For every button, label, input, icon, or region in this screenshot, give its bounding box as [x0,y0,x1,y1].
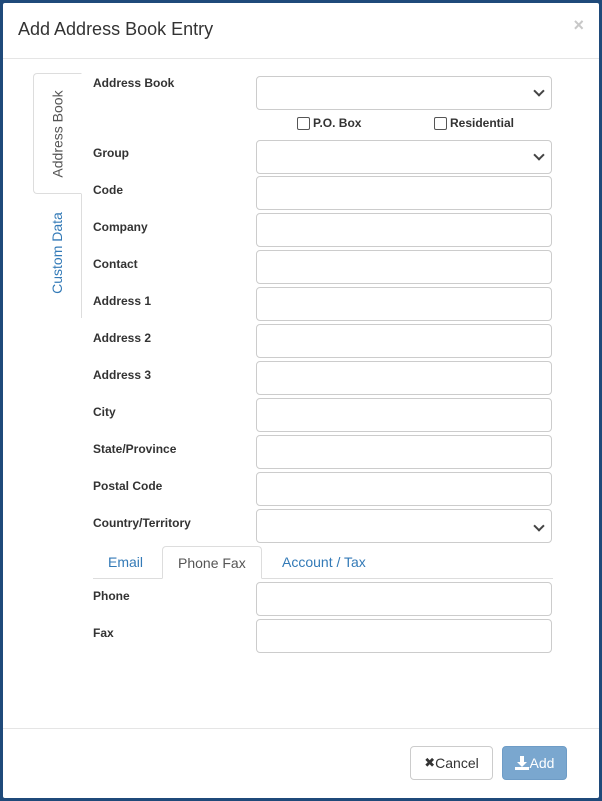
chevron-down-icon [533,85,545,97]
contact-label: Contact [93,257,138,271]
country-select[interactable] [256,509,552,543]
dialog-title: Add Address Book Entry [18,19,214,39]
add-label: Add [529,755,555,771]
residential-label: Residential [450,116,515,130]
chevron-down-icon [533,149,545,161]
add-button[interactable]: Add [502,746,567,780]
chevron-down-icon [533,520,545,532]
tab-account-tax[interactable]: Account / Tax [267,546,381,577]
dialog-footer: ✖ Cancel Add [3,728,599,799]
address2-input[interactable] [256,324,552,358]
cancel-label: Cancel [435,755,479,771]
code-input[interactable] [256,176,552,210]
download-icon [514,756,529,770]
code-label: Code [93,183,123,197]
fax-label: Fax [93,626,114,640]
close-icon[interactable]: × [573,15,584,36]
fax-input[interactable] [256,619,552,653]
address2-label: Address 2 [93,331,152,345]
address3-label: Address 3 [93,368,152,382]
side-tabs: Address Book Custom Data [33,73,82,318]
tab-label: Address Book [49,89,66,178]
contact-tabs: Email Phone Fax Account / Tax [93,546,553,579]
phone-label: Phone [93,589,130,603]
country-label: Country/Territory [93,516,191,530]
contact-input[interactable] [256,250,552,284]
address3-input[interactable] [256,361,552,395]
po-box-checkbox[interactable]: P.O. Box [297,116,361,130]
tab-email[interactable]: Email [93,546,158,577]
tab-label: Custom Data [48,212,65,294]
address-book-select[interactable] [256,76,552,110]
postal-code-label: Postal Code [93,479,163,493]
tab-phone-fax[interactable]: Phone Fax [162,546,262,579]
company-label: Company [93,220,148,234]
checkbox-box[interactable] [297,116,310,130]
cancel-button[interactable]: ✖ Cancel [410,746,493,780]
checkbox-box[interactable] [434,116,447,130]
group-select[interactable] [256,140,552,174]
dialog-header: Add Address Book Entry × [3,3,599,59]
state-label: State/Province [93,442,177,456]
add-address-book-entry-dialog: Add Address Book Entry × Address Book Cu… [3,3,599,798]
phone-input[interactable] [256,582,552,616]
address-book-label: Address Book [93,76,175,90]
company-input[interactable] [256,213,552,247]
group-label: Group [93,146,129,160]
postal-code-input[interactable] [256,472,552,506]
residential-checkbox[interactable]: Residential [434,116,514,130]
tab-custom-data[interactable]: Custom Data [33,198,80,308]
close-icon: ✖ [424,755,436,770]
tab-address-book[interactable]: Address Book [33,73,82,194]
address1-input[interactable] [256,287,552,321]
city-label: City [93,405,116,419]
state-input[interactable] [256,435,552,469]
city-input[interactable] [256,398,552,432]
po-box-label: P.O. Box [313,116,362,130]
address1-label: Address 1 [93,294,152,308]
